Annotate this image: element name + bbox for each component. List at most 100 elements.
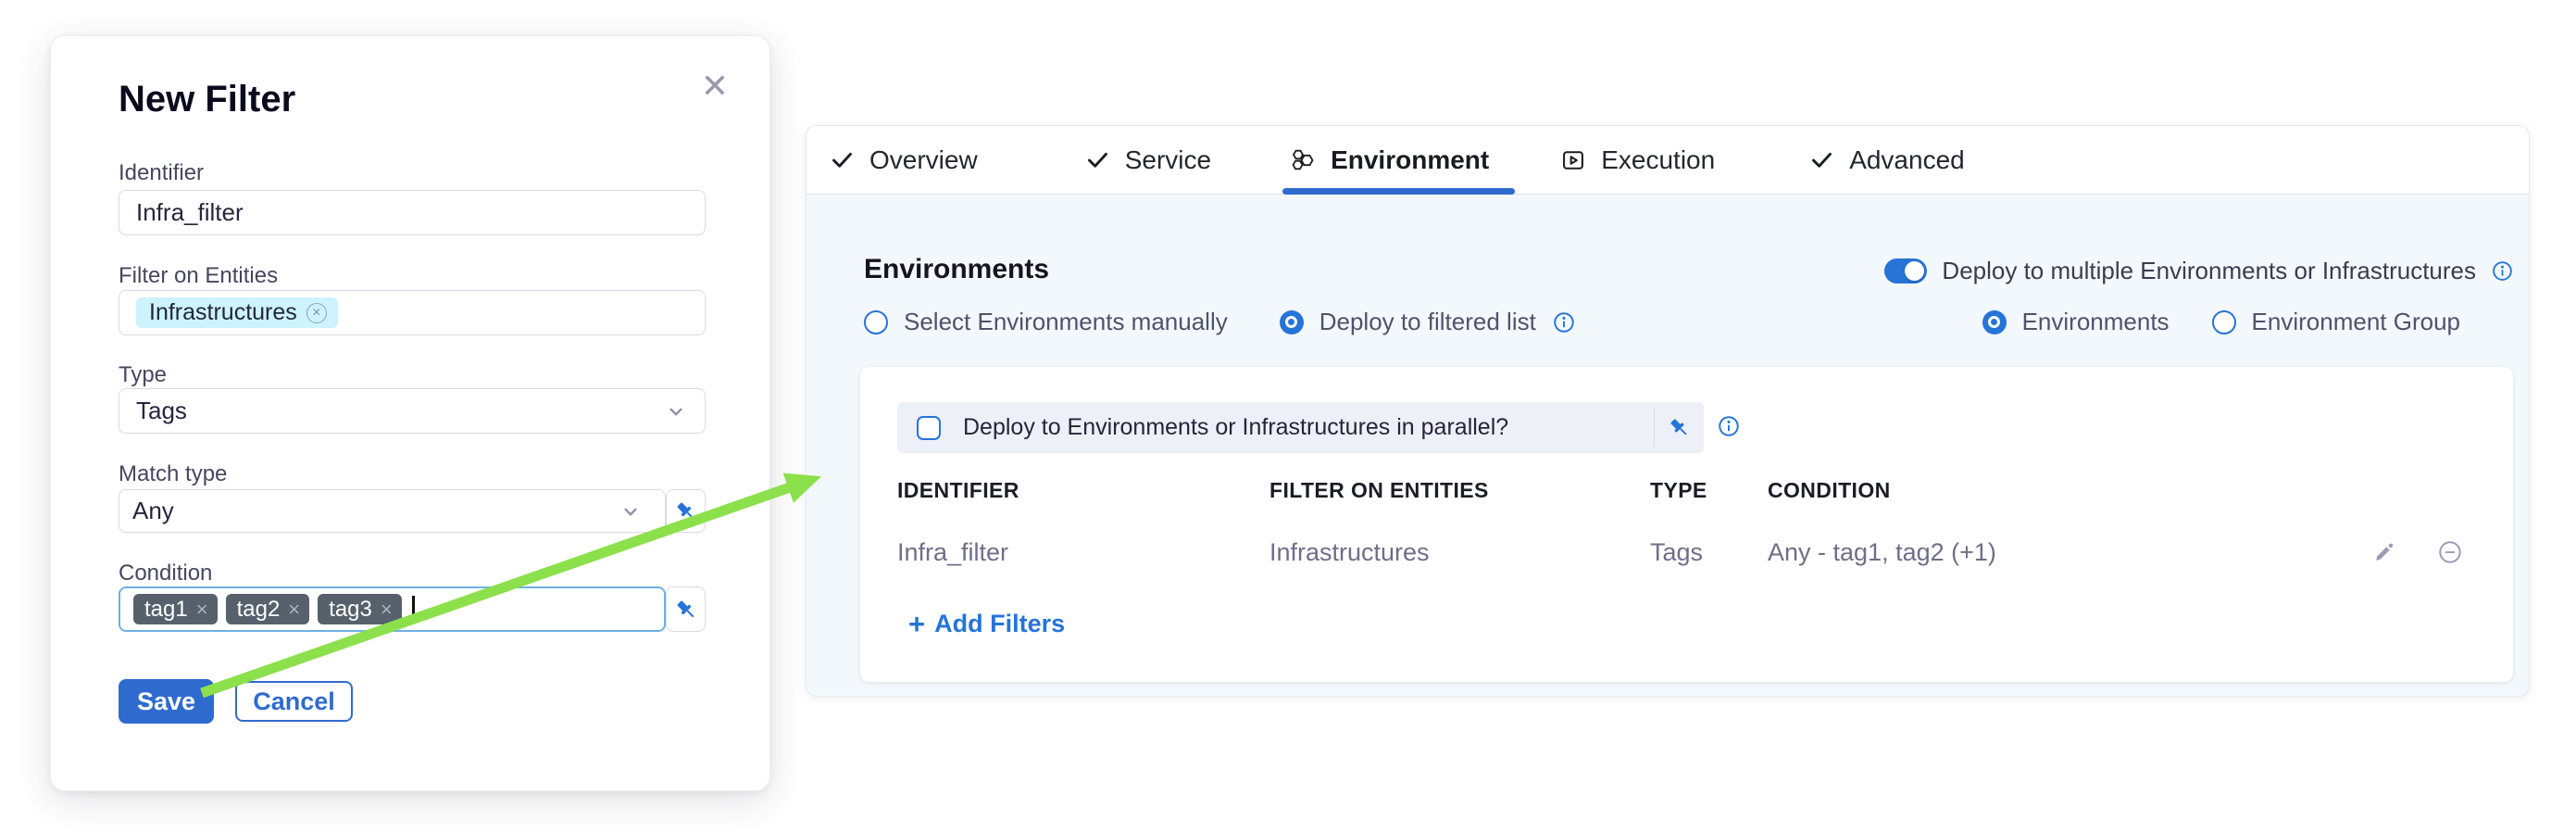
tab-label: Environment [1331,145,1489,175]
toggle-label: Deploy to multiple Environments or Infra… [1942,257,2476,285]
identifier-value: Infra_filter [136,198,244,227]
parallel-checkbox-row: Deploy to Environments or Infrastructure… [897,402,1704,453]
tag-chip: tag1 × [133,594,218,624]
condition-label: Condition [119,561,212,586]
condition-row: tag1 × tag2 × tag3 × [119,586,706,632]
modal-title: New Filter [119,79,295,120]
cancel-button[interactable]: Cancel [235,681,353,722]
cell-entities: Infrastructures [1269,538,1650,567]
chevron-down-icon [619,499,643,523]
cell-identifier: Infra_filter [897,538,1269,567]
radio-label: Deploy to filtered list [1319,308,1536,336]
match-type-select[interactable]: Any [119,489,666,533]
radio-icon [1982,310,2007,334]
tab-label: Execution [1601,145,1715,175]
pin-icon [1667,415,1692,440]
info-icon[interactable] [1552,310,1576,334]
edit-pencil-icon[interactable] [2371,540,2396,565]
radio-environments[interactable]: Environments [1982,308,2170,336]
tag-chip-label: tag3 [329,597,372,623]
match-type-label: Match type [119,461,227,487]
screen: New Filter ✕ Identifier Infra_filter Fil… [0,0,2576,832]
stage-tabbar: Overview Service Environment [807,126,2529,195]
text-cursor [412,596,415,624]
tab-label: Service [1125,145,1211,175]
info-icon[interactable] [2491,259,2514,283]
pin-icon [673,597,699,623]
match-type-row: Any [119,489,706,533]
col-header-entities: FILTER ON ENTITIES [1269,478,1650,503]
table-header-row: IDENTIFIER FILTER ON ENTITIES TYPE CONDI… [897,478,2353,503]
mode-radio-group: Select Environments manually Deploy to f… [864,308,1576,336]
execution-icon [1560,147,1586,173]
parallel-checkbox-label: Deploy to Environments or Infrastructure… [963,414,1508,441]
type-label: Type [119,362,167,388]
environments-section-header: Environments Select Environments manuall… [864,254,1576,336]
tag-remove-icon[interactable]: × [196,599,208,620]
chip-remove-icon[interactable]: × [306,303,327,323]
row-actions [2371,539,2463,565]
plus-icon: + [908,610,925,638]
pin-button[interactable] [1654,409,1704,447]
entities-input[interactable]: Infrastructures × [119,290,706,335]
tag-remove-icon[interactable]: × [288,599,300,620]
tab-environment[interactable]: Environment [1290,126,1489,194]
pin-button[interactable] [666,586,706,632]
check-icon [830,147,855,172]
chevron-down-icon [664,399,688,423]
entities-label: Filter on Entities [119,263,278,289]
close-icon[interactable]: ✕ [701,69,729,103]
add-filters-button[interactable]: + Add Filters [908,610,1065,638]
identifier-label: Identifier [119,160,204,186]
tag-chip-label: tag2 [237,597,281,623]
tab-advanced[interactable]: Advanced [1809,126,1965,194]
active-tab-underline [1282,188,1515,195]
radio-icon [1280,310,1304,334]
cell-condition: Any - tag1, tag2 (+1) [1768,538,2353,567]
radio-deploy-filtered-list[interactable]: Deploy to filtered list [1280,308,1576,336]
check-icon [1809,147,1834,172]
radio-label: Environment Group [2252,308,2460,336]
info-icon[interactable] [1717,414,1741,438]
tab-execution[interactable]: Execution [1560,126,1715,194]
radio-environment-group[interactable]: Environment Group [2212,308,2460,336]
new-filter-modal: New Filter ✕ Identifier Infra_filter Fil… [50,35,770,791]
identifier-input[interactable]: Infra_filter [119,190,706,235]
multi-env-toggle[interactable] [1884,258,1927,284]
radio-label: Select Environments manually [904,308,1228,336]
type-value: Tags [136,397,187,425]
tab-service[interactable]: Service [1085,126,1211,194]
parallel-checkbox[interactable] [917,416,941,440]
multi-env-toggle-row: Deploy to multiple Environments or Infra… [1884,257,2514,285]
tab-label: Advanced [1849,145,1965,175]
tag-remove-icon[interactable]: × [381,599,393,620]
section-heading: Environments [864,254,1576,285]
col-header-identifier: IDENTIFIER [897,478,1269,503]
filters-card: Deploy to Environments or Infrastructure… [860,367,2513,682]
table-row[interactable]: Infra_filter Infrastructures Tags Any - … [897,538,2353,567]
stage-config-panel: Overview Service Environment [806,125,2530,697]
remove-row-icon[interactable] [2437,539,2463,565]
environment-icon [1290,147,1316,173]
tab-label: Overview [869,145,978,175]
condition-input[interactable]: tag1 × tag2 × tag3 × [119,586,666,632]
pin-button[interactable] [666,489,706,533]
toggle-knob [1905,261,1924,281]
tag-chip: tag3 × [318,594,402,624]
add-filters-label: Add Filters [934,610,1065,638]
check-icon [1085,147,1110,172]
target-radio-group: Environments Environment Group [1982,308,2460,336]
tag-chip-label: tag1 [144,597,188,623]
radio-icon [864,310,888,334]
entities-chip: Infrastructures × [136,297,338,328]
radio-select-manually[interactable]: Select Environments manually [864,308,1228,336]
col-header-condition: CONDITION [1768,478,2353,503]
save-button[interactable]: Save [119,679,214,724]
tag-chip: tag2 × [226,594,310,624]
radio-label: Environments [2022,308,2170,336]
radio-icon [2212,310,2236,334]
col-header-type: TYPE [1650,478,1768,503]
type-select[interactable]: Tags [119,388,706,434]
pin-icon [673,498,699,524]
tab-overview[interactable]: Overview [830,126,978,194]
